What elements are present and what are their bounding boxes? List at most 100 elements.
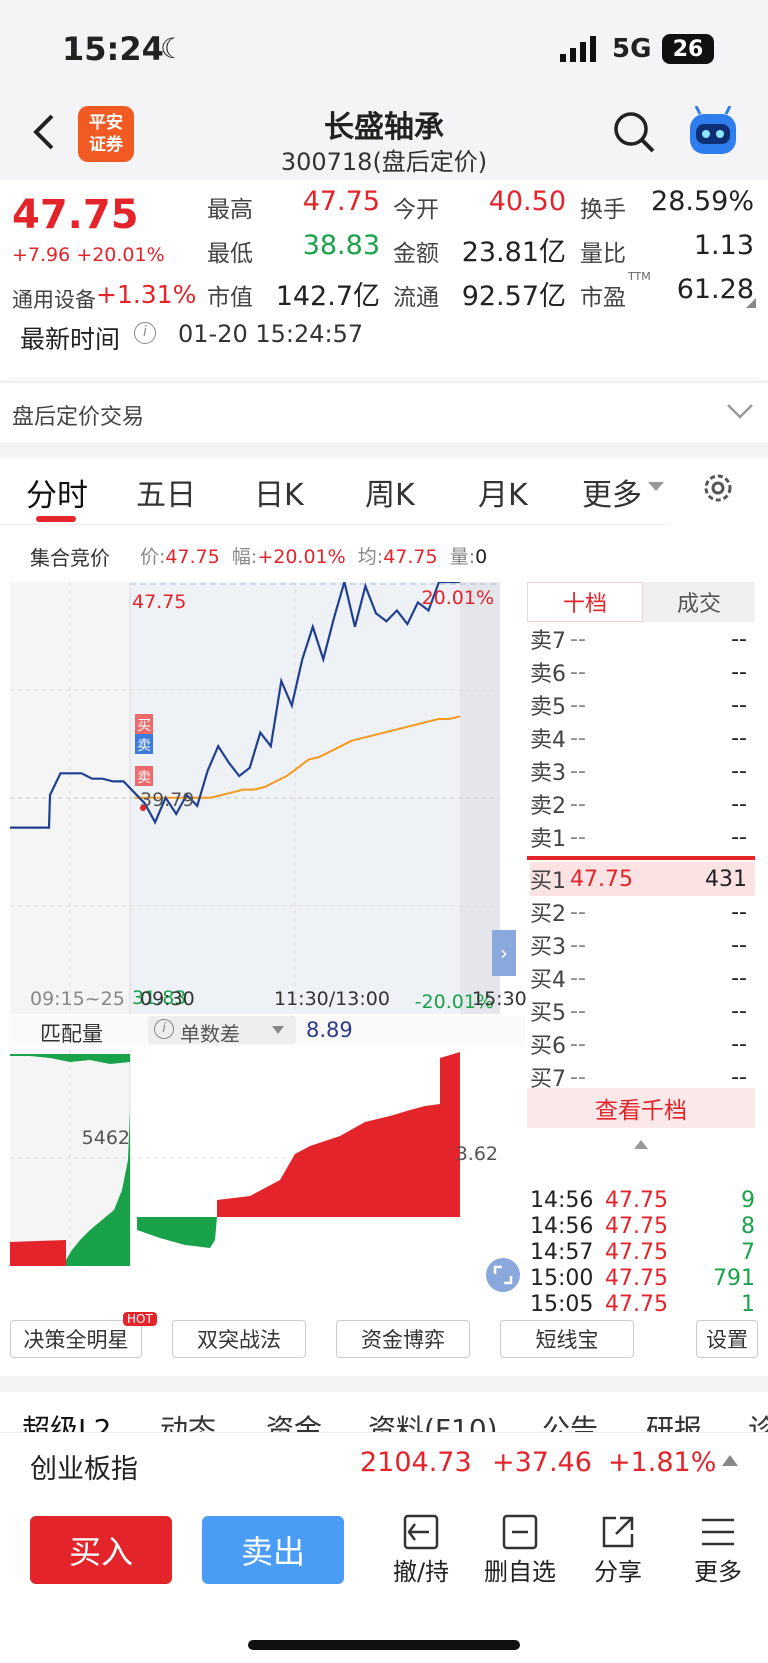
x-tick: 11:30/13:00 — [274, 988, 390, 1010]
order-row[interactable]: 买7 -- -- — [530, 1060, 755, 1094]
field-label: 最低 — [207, 241, 253, 267]
caret-up-icon[interactable] — [722, 1455, 738, 1466]
index-name: 创业板指 — [30, 1454, 138, 1485]
order-price: -- — [570, 998, 586, 1024]
tab-super-l2[interactable]: 超级L2 — [22, 1408, 111, 1432]
tab-order-book[interactable]: 十档 — [527, 582, 643, 622]
tool-capital-game[interactable]: 资金博弈 — [336, 1320, 470, 1358]
order-volume: -- — [731, 965, 747, 991]
status-bar: 15:24 ☾ 5G 26 — [0, 0, 768, 100]
index-change: +37.46 — [492, 1447, 592, 1478]
x-axis: 09:15~25 09:30 11:30/13:00 15:30 — [10, 978, 527, 1014]
order-level-label: 卖3 — [530, 761, 566, 786]
order-volume: -- — [731, 998, 747, 1024]
order-row[interactable]: 买5 -- -- — [530, 994, 755, 1028]
tab-daily-k[interactable]: 日K — [254, 470, 304, 514]
trade-row: 14:57 47.75 7 — [530, 1240, 755, 1268]
gear-icon[interactable] — [700, 470, 736, 506]
info-icon[interactable]: i — [134, 322, 156, 344]
quote-panel: 47.75 +7.96 +20.01% 通用设备 +1.31% 最高 47.75… — [0, 180, 768, 380]
tab-research[interactable]: 研报 — [646, 1408, 702, 1432]
order-volume: -- — [731, 626, 747, 652]
tab-announcements[interactable]: 公告 — [542, 1408, 598, 1432]
matching-volume-chart[interactable]: 5462 3.62 — [10, 1050, 525, 1266]
field-value: 61.28 — [676, 274, 754, 305]
trade-row: 15:00 47.75 791 — [530, 1266, 755, 1294]
order-price: -- — [570, 791, 586, 817]
tab-funds[interactable]: 资金 — [266, 1408, 322, 1432]
price-change: +7.96 +20.01% — [12, 244, 165, 266]
tab-weekly-k[interactable]: 周K — [365, 470, 415, 514]
trade-vol: 8 — [741, 1214, 755, 1239]
tool-decision-star[interactable]: 决策全明星 — [10, 1320, 142, 1358]
tab-trades[interactable]: 成交 — [643, 582, 755, 622]
intraday-price-chart[interactable]: 47.75 20.01% 39.79 31.83 -20.01% 买 卖 卖 — [10, 582, 525, 1014]
share-button[interactable]: 分享 — [586, 1512, 650, 1587]
order-price: -- — [570, 1031, 586, 1057]
more-button[interactable]: 更多 — [686, 1512, 750, 1587]
menu-icon — [702, 1518, 734, 1546]
bid-row-highlight[interactable]: 买1 47.75 431 — [530, 862, 755, 896]
order-row[interactable]: 买4 -- -- — [530, 961, 755, 995]
field-label: 换手 — [580, 197, 626, 223]
tab-news[interactable]: 动态 — [160, 1408, 216, 1432]
order-row[interactable]: 卖1 -- -- — [530, 820, 755, 854]
order-price: -- — [570, 932, 586, 958]
tab-five-day[interactable]: 五日 — [136, 470, 196, 514]
x-tick: 15:30 — [472, 988, 527, 1010]
expand-right-icon[interactable]: › — [492, 930, 516, 976]
order-level-label: 买6 — [530, 1034, 566, 1059]
order-level-label: 卖6 — [530, 662, 566, 687]
tab-diagnosis[interactable]: 诊 — [748, 1408, 768, 1432]
tool-settings[interactable]: 设置 — [696, 1320, 758, 1358]
cancel-hold-button[interactable]: 撤/持 — [386, 1512, 456, 1587]
info-icon[interactable]: i — [154, 1019, 174, 1039]
search-icon[interactable] — [612, 110, 656, 154]
order-row[interactable]: 卖4 -- -- — [530, 721, 755, 755]
order-row[interactable]: 卖7 -- -- — [530, 622, 755, 656]
order-row[interactable]: 卖5 -- -- — [530, 688, 755, 722]
corner-expand-icon[interactable] — [746, 298, 756, 308]
sector-name[interactable]: 通用设备 — [12, 284, 96, 314]
field-label: 金额 — [393, 241, 439, 267]
x-tick: 09:30 — [140, 988, 195, 1010]
field-label: 流通 — [393, 285, 439, 311]
sector-pct: +1.31% — [96, 280, 197, 309]
home-indicator — [248, 1640, 520, 1650]
order-row[interactable]: 卖3 -- -- — [530, 754, 755, 788]
marker-dot — [140, 805, 146, 811]
index-bar[interactable]: 创业板指 2104.73 +37.46 +1.81% — [0, 1432, 768, 1496]
tab-f10[interactable]: 资料(F10) — [368, 1408, 498, 1432]
order-level-label: 卖2 — [530, 794, 566, 819]
tool-short-term[interactable]: 短线宝 — [500, 1320, 634, 1358]
tab-monthly-k[interactable]: 月K — [478, 470, 528, 514]
trade-vol: 9 — [741, 1188, 755, 1213]
fullscreen-icon[interactable] — [486, 1258, 520, 1292]
order-row[interactable]: 买6 -- -- — [530, 1027, 755, 1061]
order-row[interactable]: 卖6 -- -- — [530, 655, 755, 689]
order-row[interactable]: 卖2 -- -- — [530, 787, 755, 821]
view-all-depth-button[interactable]: 查看千档 — [527, 1088, 755, 1128]
indicator-select[interactable]: i 单数差 — [148, 1016, 296, 1046]
remove-watchlist-button[interactable]: 删自选 — [484, 1512, 556, 1587]
order-row[interactable]: 买2 -- -- — [530, 895, 755, 929]
order-level-label: 买2 — [530, 902, 566, 927]
tab-more[interactable]: 更多 — [582, 470, 642, 514]
tab-intraday[interactable]: 分时 — [26, 470, 88, 515]
after-hours-label: 盘后定价交易 — [12, 405, 145, 430]
auction-red-bars — [10, 1240, 66, 1266]
after-hours-section[interactable]: 盘后定价交易 — [0, 382, 768, 442]
tool-double-breakout[interactable]: 双突战法 — [172, 1320, 306, 1358]
field-value: 47.75 — [302, 186, 380, 217]
buy-button[interactable]: 买入 — [30, 1516, 172, 1584]
order-price: -- — [570, 725, 586, 751]
order-price: -- — [570, 899, 586, 925]
sell-button[interactable]: 卖出 — [202, 1516, 344, 1584]
trade-vol: 7 — [741, 1240, 755, 1265]
chevron-down-icon[interactable] — [726, 401, 754, 421]
order-level-label: 买3 — [530, 935, 566, 960]
robot-assistant-icon[interactable] — [686, 105, 740, 158]
order-row[interactable]: 买3 -- -- — [530, 928, 755, 962]
status-time: 15:24 — [62, 30, 164, 68]
net-green-area — [137, 1217, 217, 1248]
